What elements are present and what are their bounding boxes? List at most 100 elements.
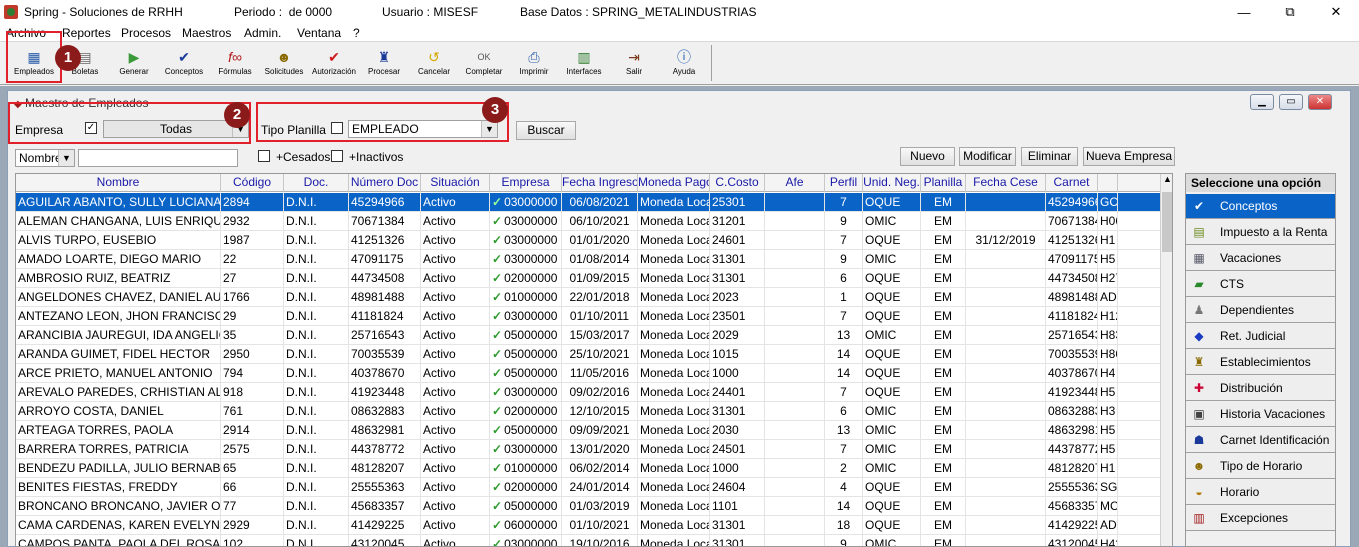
column-header-codigo[interactable]: Código — [221, 174, 284, 192]
menu-admin[interactable]: Admin. — [244, 26, 281, 40]
toolbar-autorizacion-button[interactable]: ✔ Autorización — [309, 45, 359, 83]
cell-empresa: ✓ 01000000 — [490, 459, 562, 478]
window-minimize-button[interactable]: ▁ — [1250, 94, 1274, 110]
menu-maestros[interactable]: Maestros — [182, 26, 231, 40]
option-ret-judicial[interactable]: ◆ Ret. Judicial — [1186, 324, 1335, 349]
menu-help[interactable]: ? — [353, 26, 360, 40]
table-row[interactable]: BENITES FIESTAS, FREDDY 66 D.N.I. 25555363 A… — [16, 478, 1160, 497]
buscar-button[interactable]: Buscar — [516, 121, 576, 140]
column-header-c-costo[interactable]: C.Costo — [710, 174, 765, 192]
column-header-perfil[interactable]: Perfil — [825, 174, 863, 192]
option-dependientes[interactable]: ♟ Dependientes — [1186, 298, 1335, 323]
toolbar-generar-button[interactable]: ▶ Generar — [109, 45, 159, 83]
column-header-numero-doc[interactable]: Número Doc — [349, 174, 421, 192]
option-establecimientos[interactable]: ♜ Establecimientos — [1186, 350, 1335, 375]
inactivos-checkbox[interactable] — [331, 150, 343, 162]
cell-unid-neg: OMIC — [863, 212, 921, 231]
menu-procesos[interactable]: Procesos — [121, 26, 171, 40]
cell-fecha-ingreso: 19/10/2016 — [562, 535, 638, 546]
table-row[interactable]: ARROYO COSTA, DANIEL 761 D.N.I. 08632883 Act… — [16, 402, 1160, 421]
column-header-doc[interactable]: Doc. — [284, 174, 349, 192]
maximize-button[interactable]: ⧉ — [1267, 0, 1313, 24]
table-row[interactable]: BENDEZU PADILLA, JULIO BERNABE 65 D.N.I. 48… — [16, 459, 1160, 478]
cell-perfil: 14 — [825, 497, 863, 516]
cell-empresa: ✓ 03000000 — [490, 383, 562, 402]
cesados-checkbox[interactable] — [258, 150, 270, 162]
menu-ventana[interactable]: Ventana — [297, 26, 341, 40]
toolbar-completar-button[interactable]: OK Completar — [459, 45, 509, 83]
column-header-fecha-cese[interactable]: Fecha Cese — [966, 174, 1046, 192]
search-field-select[interactable]: Nombre ▼ — [15, 149, 75, 167]
table-row[interactable]: AMBROSIO RUIZ, BEATRIZ 27 D.N.I. 44734508 Ac… — [16, 269, 1160, 288]
toolbar-procesar-button[interactable]: ♜ Procesar — [359, 45, 409, 83]
nuevo-button[interactable]: Nuevo — [900, 147, 955, 166]
toolbar-imprimir-button[interactable]: ⎙ Imprimir — [509, 45, 559, 83]
column-header-moneda-pago[interactable]: Moneda Pago — [638, 174, 710, 192]
table-row[interactable]: BRONCANO BRONCANO, JAVIER OMAR77D.N.I.45… — [16, 497, 1160, 516]
table-row[interactable]: CAMA CARDENAS, KAREN EVELYN 2929 D.N.I. 414… — [16, 516, 1160, 535]
option-conceptos[interactable]: ✔ Conceptos — [1186, 194, 1335, 219]
table-row[interactable]: ARANDA GUIMET, FIDEL HECTOR 2950 D.N.I. 700… — [16, 345, 1160, 364]
option-distribuci-n[interactable]: ✚ Distribución — [1186, 376, 1335, 401]
minimize-button[interactable]: — — [1221, 0, 1267, 24]
option-tipo-de-horario[interactable]: ☻ Tipo de Horario — [1186, 454, 1335, 479]
table-row[interactable]: ARTEAGA TORRES, PAOLA 2914 D.N.I. 48632981 A… — [16, 421, 1160, 440]
complete-icon: OK — [477, 52, 491, 62]
table-row[interactable]: ALEMAN CHANGANA, LUIS ENRIQUE 2932 D.N.I. 7… — [16, 212, 1160, 231]
column-header-fecha-ingreso[interactable]: Fecha Ingreso — [562, 174, 638, 192]
chevron-down-icon[interactable]: ▼ — [58, 150, 74, 166]
table-row[interactable]: AMADO LOARTE, DIEGO MARIO 22 D.N.I. 4709117… — [16, 250, 1160, 269]
close-button[interactable]: ✕ — [1313, 0, 1359, 24]
vertical-scrollbar[interactable]: ▲ — [1160, 174, 1172, 546]
toolbar-solicitudes-button[interactable]: ☻ Solicitudes — [259, 45, 309, 83]
cell-unid-neg: OQUE — [863, 478, 921, 497]
option-vacaciones[interactable]: ▦ Vacaciones — [1186, 246, 1335, 271]
table-row[interactable]: ANGELDONES CHAVEZ, DANIEL AUGUSTO1766D.N… — [16, 288, 1160, 307]
table-row[interactable]: CAMPOS PANTA, PAOLA DEL ROSARIO 102 D.N.I.… — [16, 535, 1160, 546]
nueva-empresa-button[interactable]: Nueva Empresa — [1083, 147, 1175, 166]
option-impuesto-a-la-renta[interactable]: ▤ Impuesto a la Renta — [1186, 220, 1335, 245]
scrollbar-thumb[interactable] — [1162, 192, 1172, 252]
cell-fecha-ingreso: 09/02/2016 — [562, 383, 638, 402]
toolbar-ayuda-button[interactable]: ⓘ Ayuda — [659, 45, 709, 83]
scroll-up-icon[interactable]: ▲ — [1161, 174, 1172, 188]
window-close-button[interactable]: ✕ — [1308, 94, 1332, 110]
column-header-situacion[interactable]: Situación — [421, 174, 490, 192]
toolbar-interfaces-button[interactable]: ▥ Interfaces — [559, 45, 609, 83]
cell-situacion: Activo — [421, 478, 490, 497]
cell-c-costo: 31301 — [710, 535, 765, 546]
column-header-planilla[interactable]: Planilla — [921, 174, 966, 192]
option-excepciones[interactable]: ▥ Excepciones — [1186, 506, 1335, 531]
column-header-nombre[interactable]: Nombre — [16, 174, 221, 192]
option-historia-vacaciones[interactable]: ▣ Historia Vacaciones — [1186, 402, 1335, 427]
eliminar-button[interactable]: Eliminar — [1021, 147, 1078, 166]
table-row[interactable]: ANTEZANO LEON, JHON FRANCISCO 29 D.N.I. 411… — [16, 307, 1160, 326]
toolbar-cancelar-button[interactable]: ↺ Cancelar — [409, 45, 459, 83]
search-input[interactable] — [78, 149, 238, 167]
table-row[interactable]: AREVALO PAREDES, CRHISTIAN ALAN 918 D.N.I.… — [16, 383, 1160, 402]
option-horario[interactable]: ◒ Horario — [1186, 480, 1335, 505]
employees-grid[interactable]: Nombre Código Doc. Número Doc Situación Empre… — [15, 173, 1173, 547]
modificar-button[interactable]: Modificar — [959, 147, 1016, 166]
cell-numero-doc: 48128207 — [349, 459, 421, 478]
option-carnet-identificaci-n[interactable]: ☗ Carnet Identificación — [1186, 428, 1335, 453]
cell-moneda-pago: Moneda Local — [638, 440, 710, 459]
column-header-empresa[interactable]: Empresa — [490, 174, 562, 192]
column-header-afe[interactable]: Afe — [765, 174, 825, 192]
cell-nombre: BRONCANO BRONCANO, JAVIER OMAR — [16, 497, 221, 516]
option-cts[interactable]: ▰ CTS — [1186, 272, 1335, 297]
toolbar-conceptos-button[interactable]: ✔ Conceptos — [159, 45, 209, 83]
menu-reportes[interactable]: Reportes — [62, 26, 111, 40]
toolbar-salir-button[interactable]: ⇥ Salir — [609, 45, 659, 83]
cell-nombre: ARANDA GUIMET, FIDEL HECTOR — [16, 345, 221, 364]
table-row[interactable]: ARANCIBIA JAUREGUI, IDA ANGELICA 35 D.N.I.… — [16, 326, 1160, 345]
table-row[interactable]: ALVIS TURPO, EUSEBIO 1987 D.N.I. 41251326 Ac… — [16, 231, 1160, 250]
cell-empresa: ✓ 05000000 — [490, 497, 562, 516]
column-header-unid-neg[interactable]: Unid. Neg. — [863, 174, 921, 192]
column-header-carnet[interactable]: Carnet — [1046, 174, 1098, 192]
table-row[interactable]: BARRERA TORRES, PATRICIA 2575 D.N.I. 443787… — [16, 440, 1160, 459]
table-row[interactable]: AGUILAR ABANTO, SULLY LUCIANA 2894 D.N.I. 4… — [16, 193, 1160, 212]
toolbar-formulas-button[interactable]: f∞ Fórmulas — [210, 45, 260, 83]
table-row[interactable]: ARCE PRIETO, MANUEL ANTONIO 794 D.N.I. 4037… — [16, 364, 1160, 383]
window-restore-button[interactable]: ▭ — [1279, 94, 1303, 110]
